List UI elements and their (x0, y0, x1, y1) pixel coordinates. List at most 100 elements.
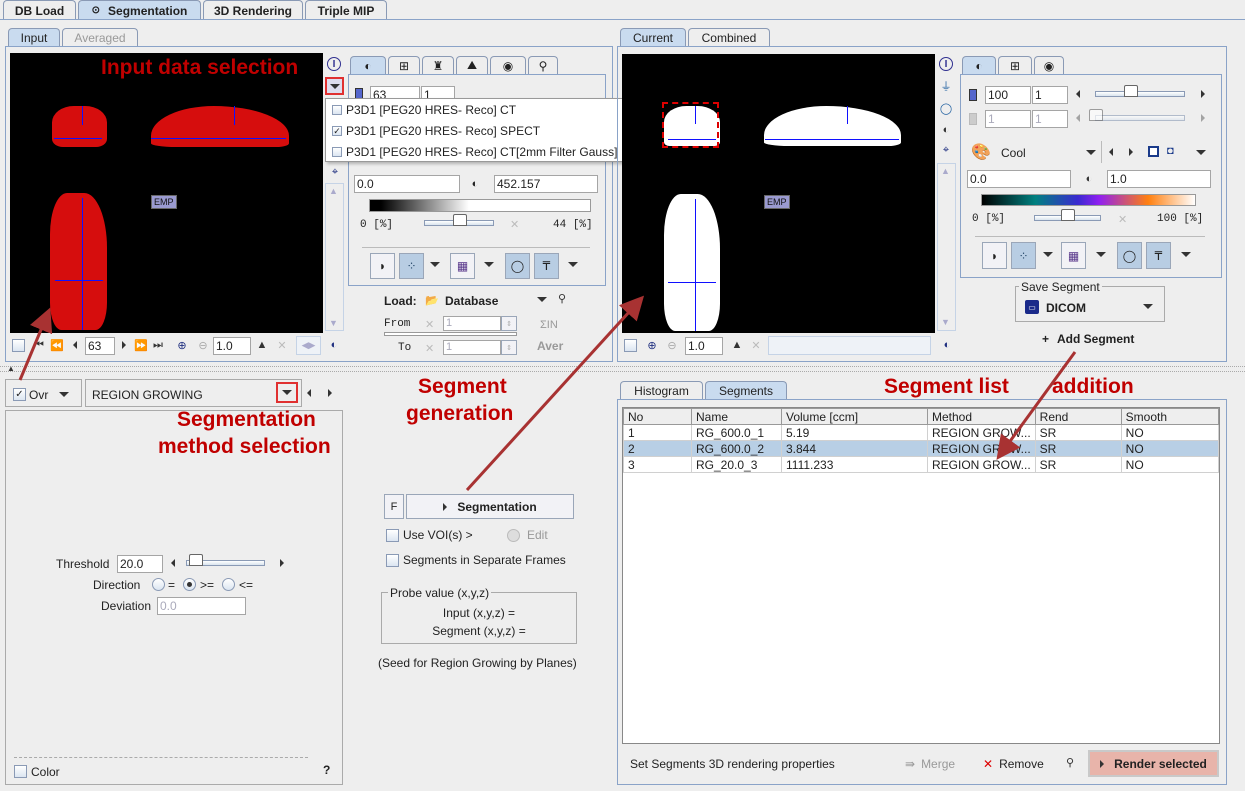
input-option-spect[interactable]: ✓ P3D1 [PEG20 HRES- Reco] SPECT (326, 120, 638, 141)
contour-button[interactable]: ◯ (1117, 242, 1142, 269)
level-input-c[interactable]: 1 (985, 110, 1031, 128)
tab-fusion[interactable]: ◉ (1034, 56, 1064, 74)
more-dropdown-icon[interactable] (1196, 150, 1206, 155)
min-value-input[interactable]: 0.0 (354, 175, 460, 193)
level-left-icon[interactable] (1076, 90, 1080, 98)
direction-le-radio[interactable] (222, 578, 235, 591)
tab-pin[interactable]: ⚲ (528, 56, 558, 74)
segment-scrollbar[interactable]: ▲ ▼ (937, 163, 956, 331)
tab-combined[interactable]: Combined (688, 28, 770, 46)
table-row[interactable]: 2 RG_600.0_2 3.844 REGION GROW... SR NO (623, 440, 1220, 457)
level2-left-icon[interactable] (1076, 114, 1080, 122)
3d-cube-icon[interactable]: ◘ (1167, 145, 1174, 157)
add-segment-button[interactable]: + Add Segment (1042, 332, 1134, 346)
column-header[interactable]: Rend (1034, 408, 1122, 425)
step-back-icon[interactable] (70, 338, 80, 352)
threshold-left-icon[interactable] (171, 559, 175, 567)
to-spinner[interactable]: ⇕ (501, 340, 517, 355)
tab-3d-rendering[interactable]: 3D Rendering (203, 0, 303, 20)
method-dropdown-button[interactable] (276, 382, 298, 403)
contour-icon[interactable]: ◯ (939, 101, 953, 115)
segment-image-viewer[interactable]: EMP (622, 54, 935, 333)
tab-layout[interactable]: ⊞ (388, 56, 420, 74)
crosshair-icon[interactable]: ⌖ (328, 165, 342, 179)
splitter-up-icon[interactable]: ▲ (7, 364, 15, 373)
frame-range-bar[interactable] (384, 332, 517, 336)
column-header[interactable]: Smooth (1120, 408, 1220, 425)
fast-back-icon[interactable]: ⏪ (50, 338, 64, 352)
color-checkbox[interactable] (14, 765, 27, 778)
scroll-down-icon[interactable]: ▼ (941, 317, 950, 327)
scroll-up-icon[interactable]: ▲ (329, 186, 338, 196)
deviation-input[interactable]: 0.0 (157, 597, 246, 615)
range-slider-thumb[interactable] (453, 214, 467, 226)
zoom-input[interactable]: 1.0 (213, 337, 251, 355)
input-image-viewer[interactable]: EMP (10, 53, 323, 333)
level-slider[interactable] (1095, 91, 1185, 97)
zoom-out-icon[interactable]: ⊖ (196, 338, 210, 352)
colormap-next-icon[interactable] (1129, 148, 1133, 156)
contour-button[interactable]: ◯ (505, 253, 530, 279)
scroll-down-icon[interactable]: ▼ (329, 318, 338, 328)
option-checkbox[interactable] (332, 146, 342, 157)
zoom-in-icon[interactable]: ⊕ (645, 338, 659, 352)
reset-range-icon[interactable]: ✕ (510, 218, 519, 231)
pan-arrows[interactable]: ◀▶ (296, 336, 321, 355)
text-overlay-button[interactable]: ₸ (534, 253, 559, 279)
from-spinner[interactable]: ⇕ (501, 316, 517, 331)
colormap-dropdown-icon[interactable] (1086, 150, 1096, 155)
table-row[interactable]: 1 RG_600.0_1 5.19 REGION GROW... SR NO (623, 424, 1220, 441)
colorbar-cool[interactable] (981, 194, 1196, 206)
column-header[interactable]: No (623, 408, 692, 425)
contrast-icon[interactable]: ◐ (939, 123, 953, 137)
input-data-dropdown-button[interactable] (325, 77, 344, 95)
tab-current[interactable]: Current (620, 28, 686, 46)
ovr-dropdown-icon[interactable] (59, 392, 69, 397)
zoom-up-icon[interactable]: ▲ (731, 338, 743, 352)
ovr-checkbox[interactable]: ✓ (13, 388, 26, 401)
save-format-select[interactable]: DICOM (1046, 301, 1086, 315)
level2-slider-thumb[interactable] (1089, 109, 1103, 121)
layout-dropdown-icon[interactable] (430, 262, 440, 267)
last-frame-icon[interactable]: ⏭ (153, 338, 163, 352)
pin-icon[interactable]: ⚲ (1066, 756, 1074, 769)
direction-ge-radio[interactable] (183, 578, 196, 591)
tab-fusion[interactable]: ◉ (490, 56, 526, 74)
frame-input[interactable]: 63 (85, 337, 115, 355)
overlay-dropdown-icon[interactable] (1181, 252, 1191, 257)
max-value-input[interactable]: 1.0 (1107, 170, 1211, 188)
zoom-in-icon[interactable]: ⊕ (175, 338, 189, 352)
reset-icon[interactable]: ✕ (750, 338, 762, 352)
pin-icon[interactable]: ⚲ (558, 292, 566, 305)
horizontal-scrollbar[interactable] (768, 336, 931, 355)
colormap-prev-icon[interactable] (1109, 148, 1113, 156)
segmentation-button[interactable]: Segmentation (406, 494, 574, 519)
remove-button[interactable]: ✕ Remove (983, 757, 1044, 771)
f-button[interactable]: F (384, 494, 404, 519)
method-next-icon[interactable] (328, 389, 332, 397)
grid-button[interactable]: ▦ (1061, 242, 1086, 269)
cine-icon[interactable]: ◐ (940, 338, 954, 352)
layout-button[interactable]: ⁘ (399, 253, 424, 279)
separate-frames-checkbox[interactable] (386, 554, 399, 567)
tab-input[interactable]: Input (8, 28, 60, 46)
reset-icon[interactable]: ✕ (276, 338, 288, 352)
to-input[interactable]: 1 (443, 340, 501, 355)
level-right-icon[interactable] (1201, 90, 1205, 98)
use-vois-checkbox[interactable] (386, 529, 399, 542)
colorbar-gray[interactable] (369, 199, 591, 212)
level-input-a[interactable]: 100 (985, 86, 1031, 104)
merge-button[interactable]: ⇛ Merge (905, 757, 955, 771)
reset-range-icon[interactable]: ✕ (1118, 213, 1127, 226)
tab-layout[interactable]: ⊞ (998, 56, 1032, 74)
range-slider-thumb[interactable] (1061, 209, 1075, 221)
tab-curves[interactable]: ⛰ (456, 56, 488, 74)
load-source[interactable]: Database (445, 294, 498, 308)
threshold-input[interactable]: 20.0 (117, 555, 163, 573)
save-format-dropdown-icon[interactable] (1143, 304, 1153, 309)
auto-range-icon[interactable]: ◐ (468, 176, 482, 192)
cine-icon[interactable]: ◐ (327, 338, 341, 352)
tab-segments[interactable]: Segments (705, 381, 787, 399)
crosshair-icon[interactable]: ⌖ (939, 143, 953, 157)
auto-range-icon[interactable]: ◐ (1082, 171, 1096, 187)
